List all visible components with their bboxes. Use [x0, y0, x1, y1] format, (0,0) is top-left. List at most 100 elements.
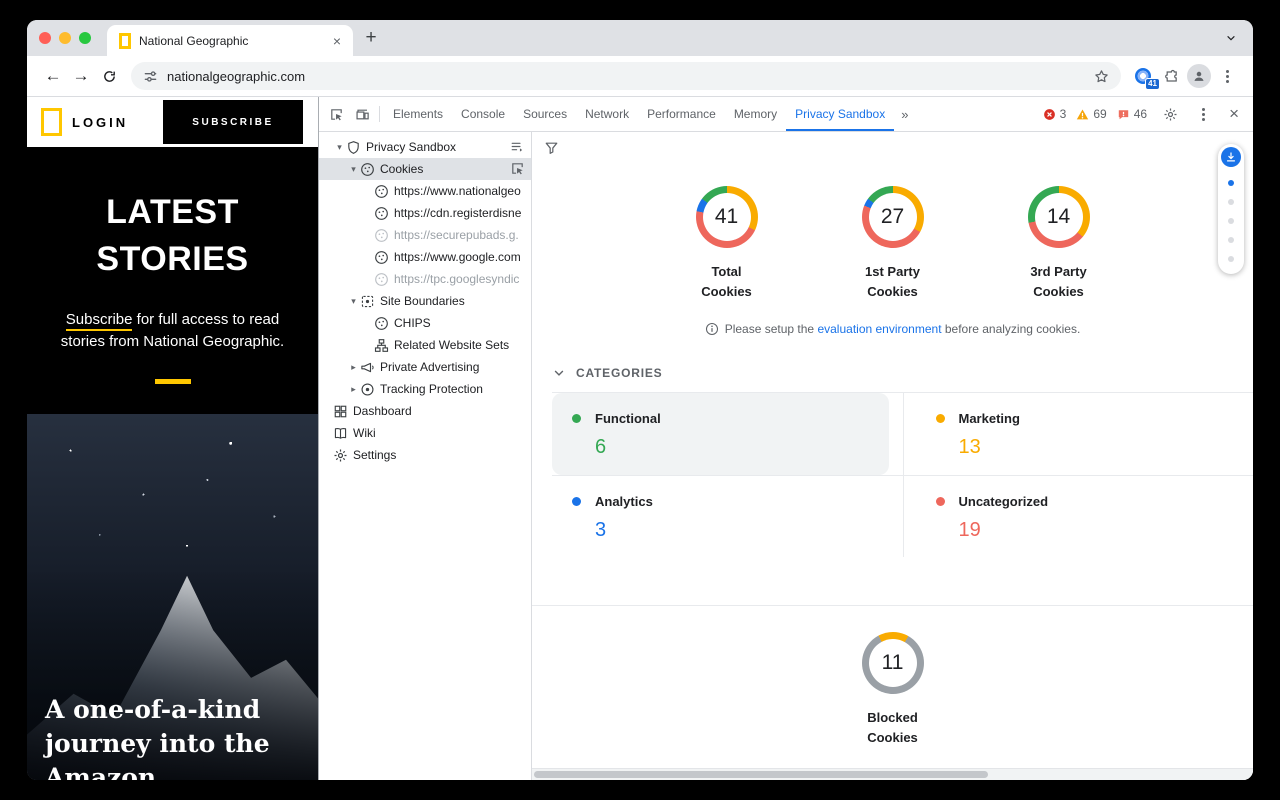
category-dot: [936, 414, 945, 423]
site-settings-icon[interactable]: [143, 69, 158, 84]
category-card-analytics[interactable]: Analytics3: [552, 475, 903, 557]
category-label: Marketing: [959, 411, 1020, 426]
boundary-icon: [360, 294, 375, 309]
tree-item-https-www-nationalgeo[interactable]: https://www.nationalgeo: [319, 180, 531, 202]
issues-count-label: 46: [1134, 107, 1147, 121]
devtools-settings-button[interactable]: [1157, 101, 1183, 127]
devtools-tab-privacy-sandbox[interactable]: Privacy Sandbox: [786, 97, 894, 131]
scroll-dot[interactable]: [1228, 256, 1234, 262]
browser-tab[interactable]: National Geographic ×: [107, 25, 353, 56]
horizontal-scrollbar[interactable]: [532, 768, 1253, 780]
category-label: Uncategorized: [959, 494, 1049, 509]
devtools-tab-console[interactable]: Console: [452, 97, 514, 131]
download-report-button[interactable]: [1221, 147, 1241, 167]
categories-header[interactable]: CATEGORIES: [552, 366, 1253, 380]
window-controls: [39, 32, 91, 44]
expander-right-icon[interactable]: ▸: [347, 362, 360, 373]
hero-caption[interactable]: A one-of-a-kind journey into the Amazon: [45, 693, 310, 780]
menu-icon[interactable]: [510, 139, 525, 154]
privacy-sandbox-extension-button[interactable]: 41: [1129, 62, 1157, 90]
hero-story-card[interactable]: A one-of-a-kind journey into the Amazon: [27, 414, 318, 780]
inspect-element-button[interactable]: [323, 101, 349, 127]
cookie-icon: [374, 184, 389, 199]
bookmark-star-icon[interactable]: [1094, 69, 1109, 84]
devtools-status: 3 69 46 ×: [1043, 101, 1249, 127]
categories-grid: Functional6Marketing13Analytics3Uncatego…: [552, 393, 1253, 557]
tab-title: National Geographic: [139, 34, 321, 48]
expander-right-icon[interactable]: ▸: [347, 384, 360, 395]
tab-search-icon[interactable]: [1225, 32, 1237, 44]
tree-item-https-cdn-registerdisne[interactable]: https://cdn.registerdisne: [319, 202, 531, 224]
new-tab-button[interactable]: +: [357, 24, 385, 52]
evaluation-environment-link[interactable]: evaluation environment: [817, 322, 941, 336]
subscribe-link[interactable]: Subscribe: [66, 311, 133, 331]
tree-item-private-advertising[interactable]: ▸ Private Advertising: [319, 356, 531, 378]
browser-menu-button[interactable]: [1213, 62, 1241, 90]
scroll-dot[interactable]: [1228, 237, 1234, 243]
reload-button[interactable]: [95, 62, 123, 90]
inspect-icon: [329, 107, 344, 122]
expander-down-icon[interactable]: ▾: [347, 164, 360, 175]
tree-item-https-tpc-googlesyndic[interactable]: https://tpc.googlesyndic: [319, 268, 531, 290]
url-text[interactable]: nationalgeographic.com: [167, 69, 1085, 84]
natgeo-logo[interactable]: [41, 108, 62, 136]
tree-item-label: Private Advertising: [380, 360, 479, 374]
natgeo-page: LOGIN SUBSCRIBE LATEST STORIES Subscribe…: [27, 97, 318, 780]
scroll-dot[interactable]: [1228, 218, 1234, 224]
subscribe-button[interactable]: SUBSCRIBE: [163, 100, 303, 144]
login-button[interactable]: LOGIN: [72, 115, 128, 130]
scroll-dot[interactable]: [1228, 199, 1234, 205]
tree-item-chips[interactable]: CHIPS: [319, 312, 531, 334]
category-card-functional[interactable]: Functional6: [552, 393, 889, 475]
tree-item-https-www-google-com[interactable]: https://www.google.com: [319, 246, 531, 268]
expander-down-icon[interactable]: ▾: [347, 296, 360, 307]
tree-item-cookies[interactable]: ▾Cookies: [319, 158, 531, 180]
donut-total-cookies: 41TotalCookies: [672, 186, 782, 302]
close-window-button[interactable]: [39, 32, 51, 44]
profile-button[interactable]: [1185, 62, 1213, 90]
categories-title: CATEGORIES: [576, 366, 662, 380]
tree-item-privacy-sandbox[interactable]: ▾Privacy Sandbox: [319, 136, 531, 158]
extensions-button[interactable]: [1157, 62, 1185, 90]
devtools-tab-performance[interactable]: Performance: [638, 97, 725, 131]
cookie-icon: [374, 250, 389, 265]
scroll-dot-active[interactable]: [1228, 180, 1234, 186]
tree-item-tracking-protection[interactable]: ▸Tracking Protection: [319, 378, 531, 400]
category-card-uncategorized[interactable]: Uncategorized19: [903, 475, 1254, 557]
tree-item-related-website-sets[interactable]: Related Website Sets: [319, 334, 531, 356]
error-count-label: 3: [1060, 107, 1067, 121]
error-icon: [1043, 108, 1056, 121]
forward-button[interactable]: →: [67, 62, 95, 90]
device-toolbar-button[interactable]: [349, 101, 375, 127]
devtools-menu-button[interactable]: [1193, 104, 1213, 124]
devtools-tab-network[interactable]: Network: [576, 97, 638, 131]
devtools-tab-memory[interactable]: Memory: [725, 97, 786, 131]
chevron-down-icon[interactable]: [552, 366, 566, 380]
tree-item-settings[interactable]: Settings: [319, 444, 531, 466]
kebab-icon: [1226, 75, 1229, 78]
minimize-window-button[interactable]: [59, 32, 71, 44]
issues-count[interactable]: 46: [1117, 107, 1147, 121]
devtools-tab-sources[interactable]: Sources: [514, 97, 576, 131]
tree-item-site-boundaries[interactable]: ▾Site Boundaries: [319, 290, 531, 312]
devtools-close-button[interactable]: ×: [1223, 104, 1245, 124]
error-count[interactable]: 3: [1043, 107, 1067, 121]
tab-close-icon[interactable]: ×: [329, 33, 345, 49]
tree-item-https-securepubads-g[interactable]: https://securepubads.g.: [319, 224, 531, 246]
more-tabs-button[interactable]: »: [894, 107, 915, 122]
back-button[interactable]: ←: [39, 62, 67, 90]
expander-down-icon[interactable]: ▾: [333, 142, 346, 153]
devtools-tab-elements[interactable]: Elements: [384, 97, 452, 131]
tree-item-label: https://tpc.googlesyndic: [394, 272, 519, 286]
tree-item-dashboard[interactable]: Dashboard: [319, 400, 531, 422]
inspect-icon[interactable]: [510, 161, 525, 176]
category-card-marketing[interactable]: Marketing13: [903, 393, 1254, 475]
zoom-window-button[interactable]: [79, 32, 91, 44]
scrollbar-thumb[interactable]: [534, 771, 988, 778]
grid-icon: [333, 404, 348, 419]
info-text: Please setup the evaluation environment …: [725, 322, 1081, 336]
tree-item-wiki[interactable]: Wiki: [319, 422, 531, 444]
natgeo-header: LOGIN SUBSCRIBE: [27, 97, 318, 147]
address-bar[interactable]: nationalgeographic.com: [131, 62, 1121, 90]
warning-count[interactable]: 69: [1076, 107, 1106, 121]
